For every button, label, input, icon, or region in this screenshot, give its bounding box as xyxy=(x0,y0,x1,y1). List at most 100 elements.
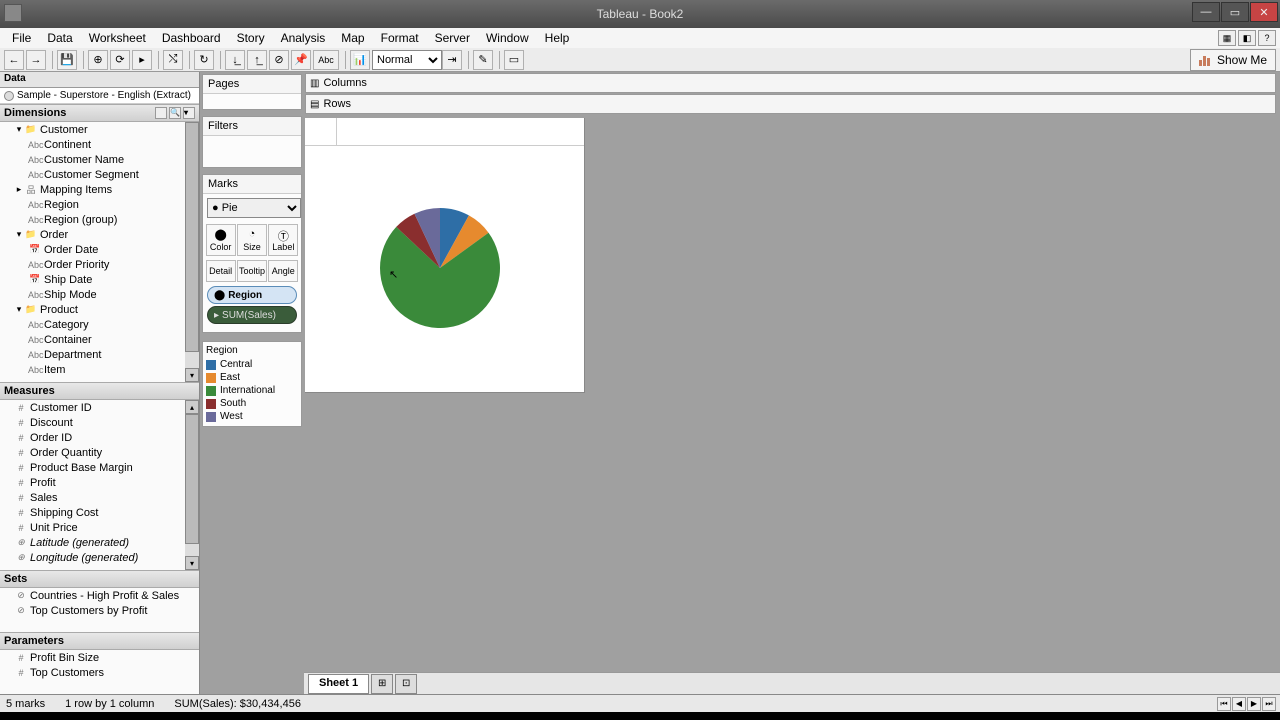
view-as-icon[interactable] xyxy=(155,107,167,119)
set-top-customers[interactable]: Top Customers by Profit xyxy=(30,605,147,617)
measure-profit[interactable]: Profit xyxy=(30,477,56,489)
back-button[interactable]: ← xyxy=(4,50,24,70)
menu-window[interactable]: Window xyxy=(478,29,537,47)
param-profit-bin[interactable]: Profit Bin Size xyxy=(30,652,99,664)
menu-format[interactable]: Format xyxy=(373,29,427,47)
menu-worksheet[interactable]: Worksheet xyxy=(81,29,154,47)
dimension-region[interactable]: Region xyxy=(44,199,79,211)
legend-item-east[interactable]: East xyxy=(206,371,298,384)
close-button[interactable]: ✕ xyxy=(1250,2,1278,22)
group-button[interactable]: ⊘ xyxy=(269,50,289,70)
fit-dropdown[interactable]: Normal xyxy=(372,50,442,70)
show-me-button[interactable]: Show Me xyxy=(1190,49,1276,71)
pin-button[interactable]: 📌 xyxy=(291,50,311,70)
dimension-folder-customer[interactable]: Customer xyxy=(40,124,88,136)
data-source-item[interactable]: Sample - Superstore - English (Extract) xyxy=(0,88,199,104)
legend-item-international[interactable]: International xyxy=(206,384,298,397)
measure-longitude[interactable]: Longitude (generated) xyxy=(30,552,138,564)
marks-tooltip-button[interactable]: Tooltip xyxy=(237,260,267,282)
marks-size-button[interactable]: ◔Size xyxy=(237,224,267,256)
scroll-down-icon[interactable]: ▾ xyxy=(185,368,199,382)
menu-file[interactable]: File xyxy=(4,29,39,47)
abc-button[interactable]: Abc xyxy=(313,50,339,70)
marks-angle-button[interactable]: Angle xyxy=(268,260,298,282)
save-button[interactable]: 💾 xyxy=(57,50,77,70)
pages-shelf[interactable]: Pages xyxy=(202,74,302,110)
sort-asc-button[interactable]: ↓̲ xyxy=(225,50,245,70)
maximize-button[interactable]: ▭ xyxy=(1221,2,1249,22)
auto-update-button[interactable]: ⟳ xyxy=(110,50,130,70)
columns-shelf[interactable]: ▥Columns xyxy=(305,73,1276,93)
measure-order-quantity[interactable]: Order Quantity xyxy=(30,447,102,459)
sheet-tab-1[interactable]: Sheet 1 xyxy=(308,674,369,694)
menu-data[interactable]: Data xyxy=(39,29,80,47)
minimize-button[interactable]: — xyxy=(1192,2,1220,22)
forward-button[interactable]: → xyxy=(26,50,46,70)
dimension-container[interactable]: Container xyxy=(44,334,92,346)
measure-customer-id[interactable]: Customer ID xyxy=(30,402,92,414)
measure-shipping-cost[interactable]: Shipping Cost xyxy=(30,507,99,519)
marks-pill-region[interactable]: ⬤ Region xyxy=(207,286,297,304)
dimension-ship-date[interactable]: Ship Date xyxy=(44,274,92,286)
dimension-continent[interactable]: Continent xyxy=(44,139,91,151)
dimension-customer-segment[interactable]: Customer Segment xyxy=(44,169,139,181)
dimension-folder-order[interactable]: Order xyxy=(40,229,68,241)
shelf-toggle-icon[interactable]: ▦ xyxy=(1218,30,1236,46)
measure-discount[interactable]: Discount xyxy=(30,417,73,429)
nav-next-button[interactable]: ▶ xyxy=(1247,697,1261,711)
new-worksheet-button[interactable]: ⊞ xyxy=(371,674,393,694)
dimension-folder-product[interactable]: Product xyxy=(40,304,78,316)
refresh-button[interactable]: ↻ xyxy=(194,50,214,70)
measure-unit-price[interactable]: Unit Price xyxy=(30,522,78,534)
menu-help[interactable]: Help xyxy=(537,29,578,47)
dimension-department[interactable]: Department xyxy=(44,349,101,361)
menu-dashboard[interactable]: Dashboard xyxy=(154,29,229,47)
marks-detail-button[interactable]: Detail xyxy=(206,260,236,282)
dimensions-menu-icon[interactable]: ▾ xyxy=(183,107,195,119)
legend-item-south[interactable]: South xyxy=(206,397,298,410)
legend-item-central[interactable]: Central xyxy=(206,358,298,371)
rows-shelf[interactable]: ▤Rows xyxy=(305,94,1276,114)
dimension-item[interactable]: Item xyxy=(44,364,65,376)
menu-story[interactable]: Story xyxy=(229,29,273,47)
fix-axes-button[interactable]: ⇥ xyxy=(442,50,462,70)
new-dashboard-button[interactable]: ⊡ xyxy=(395,674,417,694)
run-button[interactable]: ▸ xyxy=(132,50,152,70)
nav-last-button[interactable]: ⏭ xyxy=(1262,697,1276,711)
dimension-customer-name[interactable]: Customer Name xyxy=(44,154,124,166)
measure-sales[interactable]: Sales xyxy=(30,492,58,504)
measure-order-id[interactable]: Order ID xyxy=(30,432,72,444)
dimension-order-priority[interactable]: Order Priority xyxy=(44,259,109,271)
nav-prev-button[interactable]: ◀ xyxy=(1232,697,1246,711)
param-top-customers[interactable]: Top Customers xyxy=(30,667,104,679)
dimension-region-group[interactable]: Region (group) xyxy=(44,214,117,226)
menu-server[interactable]: Server xyxy=(427,29,478,47)
find-field-icon[interactable]: 🔍 xyxy=(169,107,181,119)
sort-desc-button[interactable]: ↑̲ xyxy=(247,50,267,70)
legend-item-west[interactable]: West xyxy=(206,410,298,423)
highlight-button[interactable]: ✎ xyxy=(473,50,493,70)
data-tab[interactable]: Data xyxy=(0,72,199,88)
marks-color-button[interactable]: ⬤Color xyxy=(206,224,236,256)
dimension-mapping-items[interactable]: Mapping Items xyxy=(40,184,112,196)
menu-analysis[interactable]: Analysis xyxy=(273,29,334,47)
marks-label-button[interactable]: ⓉLabel xyxy=(268,224,298,256)
menu-map[interactable]: Map xyxy=(333,29,372,47)
worksheet-canvas[interactable]: ↖ xyxy=(304,114,1280,672)
measure-latitude[interactable]: Latitude (generated) xyxy=(30,537,129,549)
nav-first-button[interactable]: ⏮ xyxy=(1217,697,1231,711)
dimension-order-date[interactable]: Order Date xyxy=(44,244,98,256)
help-icon[interactable]: ? xyxy=(1258,30,1276,46)
swap-button[interactable]: ⤭ xyxy=(163,50,183,70)
set-countries[interactable]: Countries - High Profit & Sales xyxy=(30,590,179,602)
marks-pill-sumsales[interactable]: ▸ SUM(Sales) xyxy=(207,306,297,324)
scroll-up-icon[interactable]: ▴ xyxy=(185,400,199,414)
side-toggle-icon[interactable]: ◧ xyxy=(1238,30,1256,46)
mark-type-dropdown[interactable]: ● Pie xyxy=(207,198,301,218)
filters-shelf[interactable]: Filters xyxy=(202,116,302,168)
scroll-down-icon[interactable]: ▾ xyxy=(185,556,199,570)
chart-type-button[interactable]: 📊 xyxy=(350,50,370,70)
measure-product-base-margin[interactable]: Product Base Margin xyxy=(30,462,133,474)
presentation-button[interactable]: ▭ xyxy=(504,50,524,70)
dimension-category[interactable]: Category xyxy=(44,319,89,331)
